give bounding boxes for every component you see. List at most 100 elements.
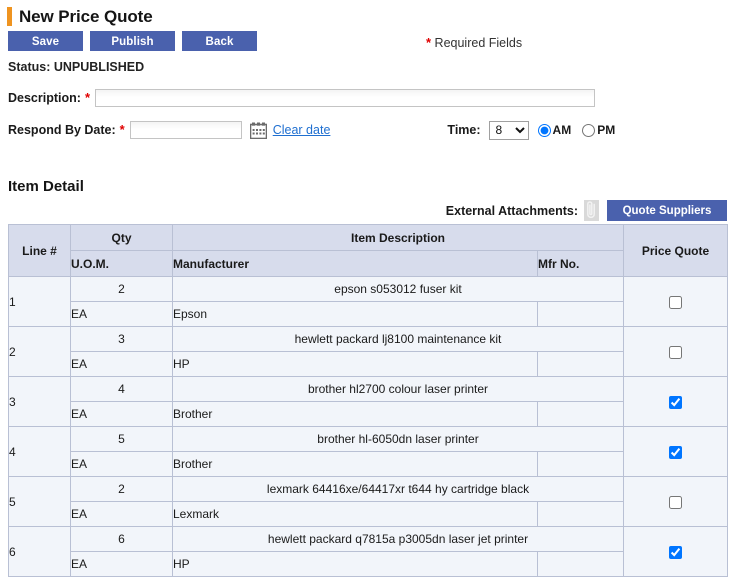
cell-manufacturer: Epson — [172, 301, 538, 327]
cell-mfr-no — [537, 451, 624, 477]
calendar-icon[interactable] — [249, 122, 268, 139]
price-quote-checkbox[interactable] — [669, 295, 682, 309]
cell-uom: EA — [70, 501, 173, 527]
table-row: 2 3 hewlett packard lj8100 maintenance kit — [8, 326, 728, 377]
cell-item-description: epson s053012 fuser kit — [172, 276, 624, 302]
table-row: 1 2 epson s053012 fuser kit — [8, 276, 728, 327]
pm-radio-group: PM — [582, 123, 617, 137]
cell-price-quote — [623, 426, 728, 477]
table-row: EA Lexmark — [9, 501, 728, 527]
cell-manufacturer: Brother — [172, 451, 538, 477]
description-input[interactable] — [95, 89, 595, 107]
cell-line-number: 1 — [8, 276, 71, 327]
price-quote-checkbox[interactable] — [669, 545, 682, 559]
table-header-row-2: U.O.M. Manufacturer Mfr No. — [9, 250, 728, 277]
price-quote-checkbox[interactable] — [669, 345, 682, 359]
price-quote-checkbox[interactable] — [669, 395, 682, 409]
cell-qty: 5 — [70, 426, 173, 452]
cell-item-description: hewlett packard lj8100 maintenance kit — [172, 326, 624, 352]
col-line-number: Line # — [8, 224, 71, 277]
cell-qty: 2 — [70, 276, 173, 302]
respond-by-date-required-asterisk: * — [119, 122, 125, 137]
required-asterisk: * — [426, 35, 432, 50]
col-manufacturer: Manufacturer — [172, 250, 538, 277]
publish-button[interactable]: Publish — [90, 31, 175, 51]
item-detail-table: Line # Qty Item Description Price Quote … — [8, 224, 728, 577]
cell-mfr-no — [537, 351, 624, 377]
quote-suppliers-button[interactable]: Quote Suppliers — [607, 200, 727, 221]
cell-price-quote — [623, 376, 728, 427]
cell-qty: 6 — [70, 526, 173, 552]
table-row: EA HP — [9, 351, 728, 377]
description-label: Description: — [8, 91, 81, 105]
required-fields-label: Required Fields — [434, 36, 523, 50]
status-value: UNPUBLISHED — [53, 60, 145, 74]
table-header: Line # Qty Item Description Price Quote … — [8, 224, 728, 277]
external-attachments-label: External Attachments: — [445, 203, 578, 218]
col-uom: U.O.M. — [70, 250, 173, 277]
table-row: 4 5 brother hl-6050dn laser printer — [8, 426, 728, 477]
pm-label: PM — [597, 123, 616, 137]
respond-by-date-row: Respond By Date: * Clear date Time: 8 AM — [0, 117, 740, 143]
cell-uom: EA — [70, 351, 173, 377]
table-body: 1 2 epson s053012 fuser kit EA Epson 2 3 hewlet… — [8, 276, 728, 577]
cell-mfr-no — [537, 301, 624, 327]
am-radio-group: AM — [537, 123, 574, 137]
table-row: EA Brother — [9, 451, 728, 477]
respond-by-date-input[interactable] — [129, 121, 242, 139]
item-detail-title: Item Detail — [8, 178, 84, 195]
cell-mfr-no — [537, 551, 624, 577]
cell-manufacturer: Brother — [172, 401, 538, 427]
paperclip-icon[interactable] — [584, 200, 599, 221]
cell-uom: EA — [70, 451, 173, 477]
am-radio[interactable] — [537, 123, 551, 137]
clear-date-link[interactable]: Clear date — [273, 123, 331, 137]
page-title: New Price Quote — [19, 7, 153, 26]
price-quote-checkbox[interactable] — [669, 445, 682, 459]
cell-price-quote — [623, 476, 728, 527]
status-line: Status: UNPUBLISHED — [0, 51, 740, 74]
col-qty: Qty — [70, 224, 173, 251]
page-header: New Price Quote — [0, 0, 740, 26]
cell-manufacturer: HP — [172, 551, 538, 577]
cell-price-quote — [623, 276, 728, 327]
required-fields-note: * Required Fields — [426, 35, 522, 50]
description-row: Description: * — [0, 85, 740, 111]
cell-uom: EA — [70, 401, 173, 427]
time-label: Time: — [447, 123, 481, 137]
cell-mfr-no — [537, 501, 624, 527]
cell-item-description: brother hl-6050dn laser printer — [172, 426, 624, 452]
table-row: EA HP — [9, 551, 728, 577]
cell-line-number: 2 — [8, 326, 71, 377]
status-label: Status: — [8, 60, 51, 74]
cell-price-quote — [623, 526, 728, 577]
back-button[interactable]: Back — [182, 31, 257, 51]
description-required-asterisk: * — [84, 90, 90, 105]
cell-qty: 4 — [70, 376, 173, 402]
cell-price-quote — [623, 326, 728, 377]
cell-qty: 2 — [70, 476, 173, 502]
cell-item-description: lexmark 64416xe/64417xr t644 hy cartridg… — [172, 476, 624, 502]
col-item-description: Item Description — [172, 224, 624, 251]
pm-radio[interactable] — [582, 123, 596, 137]
am-label: AM — [552, 123, 572, 137]
cell-line-number: 3 — [8, 376, 71, 427]
respond-by-date-label: Respond By Date: — [8, 123, 116, 137]
cell-line-number: 4 — [8, 426, 71, 477]
price-quote-checkbox[interactable] — [669, 495, 682, 509]
cell-line-number: 5 — [8, 476, 71, 527]
save-button[interactable]: Save — [8, 31, 83, 51]
cell-uom: EA — [70, 301, 173, 327]
action-button-row: Save Publish Back — [0, 26, 740, 51]
col-price-quote: Price Quote — [623, 224, 728, 277]
table-row: 5 2 lexmark 64416xe/64417xr t644 hy cartri… — [8, 476, 728, 527]
time-hour-select[interactable]: 8 — [488, 120, 529, 140]
external-attachments-row: External Attachments: Quote Suppliers — [446, 200, 727, 221]
table-row: 6 6 hewlett packard q7815a p3005dn laser j… — [8, 526, 728, 577]
table-row: EA Brother — [9, 401, 728, 427]
time-group: Time: 8 AM PM — [447, 120, 617, 140]
col-mfr-no: Mfr No. — [537, 250, 624, 277]
cell-item-description: hewlett packard q7815a p3005dn laser jet… — [172, 526, 624, 552]
cell-qty: 3 — [70, 326, 173, 352]
table-header-row-1: Line # Qty Item Description Price Quote — [8, 224, 728, 277]
